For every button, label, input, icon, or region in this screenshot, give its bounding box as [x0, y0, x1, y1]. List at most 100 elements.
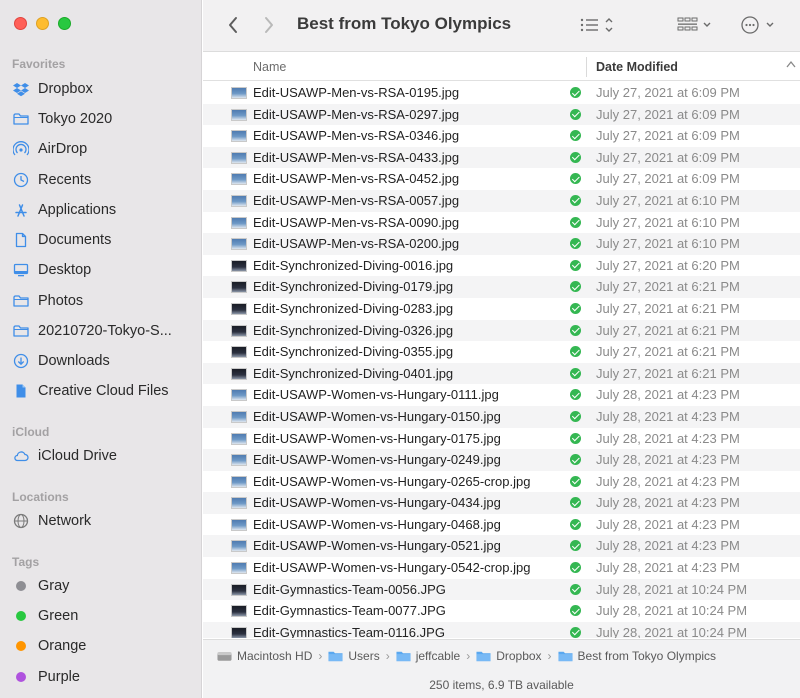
column-header-bar: Name Date Modified — [203, 53, 800, 81]
file-date-modified: July 28, 2021 at 4:23 PM — [596, 560, 740, 576]
tag-green[interactable]: Green — [10, 603, 196, 629]
hard-drive-icon — [217, 650, 232, 662]
sidebar-item-label: Photos — [38, 293, 84, 309]
file-row[interactable]: Edit-USAWP-Men-vs-RSA-0200.jpg July 27, 2… — [203, 233, 800, 255]
file-row[interactable]: Edit-USAWP-Women-vs-Hungary-0111.jpg July… — [203, 384, 800, 406]
path-crumb[interactable]: Best from Tokyo Olympics — [558, 649, 716, 663]
sidebar-item-label: Downloads — [38, 353, 110, 369]
sidebar-item-tokyo-2020[interactable]: Tokyo 2020 — [10, 106, 196, 132]
file-row[interactable]: Edit-USAWP-Men-vs-RSA-0346.jpg July 27, 2… — [203, 125, 800, 147]
file-date-modified: July 28, 2021 at 4:23 PM — [596, 387, 740, 403]
sync-complete-icon — [570, 432, 581, 444]
file-row[interactable]: Edit-USAWP-Women-vs-Hungary-0521.jpg July… — [203, 535, 800, 558]
file-date-modified: July 28, 2021 at 4:23 PM — [596, 495, 740, 511]
sidebar-item-label: AirDrop — [38, 141, 88, 157]
back-button[interactable] — [223, 14, 243, 36]
image-thumbnail-icon — [231, 108, 247, 121]
file-row[interactable]: Edit-USAWP-Men-vs-RSA-0297.jpg July 27, 2… — [203, 103, 800, 126]
image-thumbnail-icon — [231, 151, 247, 164]
image-thumbnail-icon — [231, 497, 247, 510]
folder-icon — [10, 111, 32, 127]
file-row[interactable]: Edit-USAWP-Men-vs-RSA-0090.jpg July 27, 2… — [203, 212, 800, 234]
sync-complete-icon — [570, 238, 581, 250]
tag-label: Purple — [38, 669, 80, 685]
path-crumb[interactable]: Users — [328, 649, 380, 663]
sidebar-item-label: iCloud Drive — [38, 448, 117, 464]
file-row[interactable]: Edit-USAWP-Men-vs-RSA-0195.jpg July 27, 2… — [203, 82, 800, 104]
chevron-right-icon — [265, 17, 273, 33]
file-row[interactable]: Edit-USAWP-Women-vs-Hungary-0150.jpg July… — [203, 405, 800, 428]
forward-button[interactable] — [259, 14, 279, 36]
toolbar: Best from Tokyo Olympics — [203, 0, 800, 52]
sidebar-item-20210720-tokyo-s[interactable]: 20210720-Tokyo-S... — [10, 318, 196, 344]
file-row[interactable]: Edit-Gymnastics-Team-0056.JPG July 28, 20… — [203, 578, 800, 601]
file-date-modified: July 28, 2021 at 4:23 PM — [596, 430, 740, 446]
sidebar-item-downloads[interactable]: Downloads — [10, 348, 196, 374]
sync-complete-icon — [570, 216, 581, 228]
path-crumb[interactable]: Macintosh HD — [217, 649, 312, 663]
sidebar-item-applications[interactable]: Applications — [10, 197, 196, 223]
file-row[interactable]: Edit-USAWP-Women-vs-Hungary-0542-crop.jp… — [203, 557, 800, 579]
file-name: Edit-Gymnastics-Team-0056.JPG — [253, 581, 446, 597]
group-by-button[interactable] — [673, 13, 717, 37]
sidebar-item-label: Documents — [38, 232, 112, 248]
file-date-modified: July 27, 2021 at 6:10 PM — [596, 192, 740, 208]
file-row[interactable]: Edit-Synchronized-Diving-0401.jpg July 27… — [203, 362, 800, 385]
sidebar-item-label: Tokyo 2020 — [38, 111, 113, 127]
sidebar-item-airdrop[interactable]: AirDrop — [10, 136, 196, 162]
file-row[interactable]: Edit-USAWP-Women-vs-Hungary-0175.jpg July… — [203, 428, 800, 450]
sidebar-item-label: Applications — [38, 202, 117, 218]
chevron-right-icon: › — [318, 648, 323, 663]
airdrop-icon — [10, 141, 32, 157]
path-crumb-label: Macintosh HD — [237, 648, 313, 663]
sidebar-item-creative-cloud-files[interactable]: Creative Cloud Files — [10, 378, 196, 404]
file-row[interactable]: Edit-USAWP-Women-vs-Hungary-0265-crop.jp… — [203, 471, 800, 493]
path-crumb[interactable]: Dropbox — [476, 649, 542, 663]
close-window-button[interactable] — [14, 17, 27, 30]
file-row[interactable]: Edit-USAWP-Women-vs-Hungary-0434.jpg July… — [203, 492, 800, 514]
sidebar-item-documents[interactable]: Documents — [10, 227, 196, 253]
file-name: Edit-USAWP-Men-vs-RSA-0195.jpg — [253, 85, 460, 100]
image-thumbnail-icon — [231, 259, 247, 272]
file-row[interactable]: Edit-Synchronized-Diving-0326.jpg July 27… — [203, 319, 800, 342]
file-row[interactable]: Edit-Gymnastics-Team-0077.JPG July 28, 20… — [203, 600, 800, 622]
sidebar-item-dropbox[interactable]: Dropbox — [10, 76, 196, 102]
path-crumb-label: jeffcable — [415, 648, 461, 663]
file-row[interactable]: Edit-USAWP-Men-vs-RSA-0452.jpg July 27, 2… — [203, 168, 800, 190]
file-row[interactable]: Edit-USAWP-Women-vs-Hungary-0249.jpg July… — [203, 449, 800, 471]
zoom-window-button[interactable] — [58, 17, 71, 30]
sidebar-item-icloud-drive[interactable]: iCloud Drive — [10, 443, 196, 469]
tag-gray[interactable]: Gray — [10, 573, 196, 599]
tags-section-title: Tags — [12, 555, 40, 569]
sidebar-item-desktop[interactable]: Desktop — [10, 257, 196, 283]
sync-complete-icon — [570, 562, 581, 574]
minimize-window-button[interactable] — [36, 17, 49, 30]
path-crumb[interactable]: jeffcable — [396, 649, 460, 663]
file-name: Edit-Synchronized-Diving-0401.jpg — [253, 365, 454, 381]
view-options-button[interactable] — [575, 13, 619, 37]
tag-orange[interactable]: Orange — [10, 633, 196, 659]
file-row[interactable]: Edit-USAWP-Men-vs-RSA-0057.jpg July 27, 2… — [203, 189, 800, 212]
file-row[interactable]: Edit-Synchronized-Diving-0179.jpg July 27… — [203, 276, 800, 298]
file-row[interactable]: Edit-USAWP-Women-vs-Hungary-0468.jpg July… — [203, 514, 800, 536]
sidebar-item-recents[interactable]: Recents — [10, 167, 196, 193]
tag-purple[interactable]: Purple — [10, 664, 196, 690]
sync-complete-icon — [570, 497, 581, 509]
file-row[interactable]: Edit-Synchronized-Diving-0355.jpg July 27… — [203, 341, 800, 363]
sidebar-item-label: Network — [38, 513, 92, 529]
image-thumbnail-icon — [231, 605, 247, 618]
action-menu-button[interactable] — [736, 13, 780, 37]
sidebar-item-photos[interactable]: Photos — [10, 288, 196, 314]
file-row[interactable]: Edit-Synchronized-Diving-0283.jpg July 27… — [203, 298, 800, 320]
file-row[interactable]: Edit-Gymnastics-Team-0116.JPG July 28, 20… — [203, 621, 800, 638]
sidebar-item-network[interactable]: Network — [10, 508, 196, 534]
column-divider[interactable] — [586, 57, 587, 77]
file-row[interactable]: Edit-USAWP-Men-vs-RSA-0433.jpg July 27, 2… — [203, 146, 800, 169]
file-list[interactable]: Edit-USAWP-Men-vs-RSA-0195.jpg July 27, 2… — [203, 82, 800, 638]
name-column-header[interactable]: Name — [253, 60, 286, 74]
file-row[interactable]: Edit-Synchronized-Diving-0016.jpg July 27… — [203, 255, 800, 277]
tag-label: Gray — [38, 578, 70, 594]
chevron-right-icon: › — [466, 648, 471, 663]
date-modified-column-header[interactable]: Date Modified — [596, 60, 678, 74]
sync-complete-icon — [570, 108, 581, 120]
